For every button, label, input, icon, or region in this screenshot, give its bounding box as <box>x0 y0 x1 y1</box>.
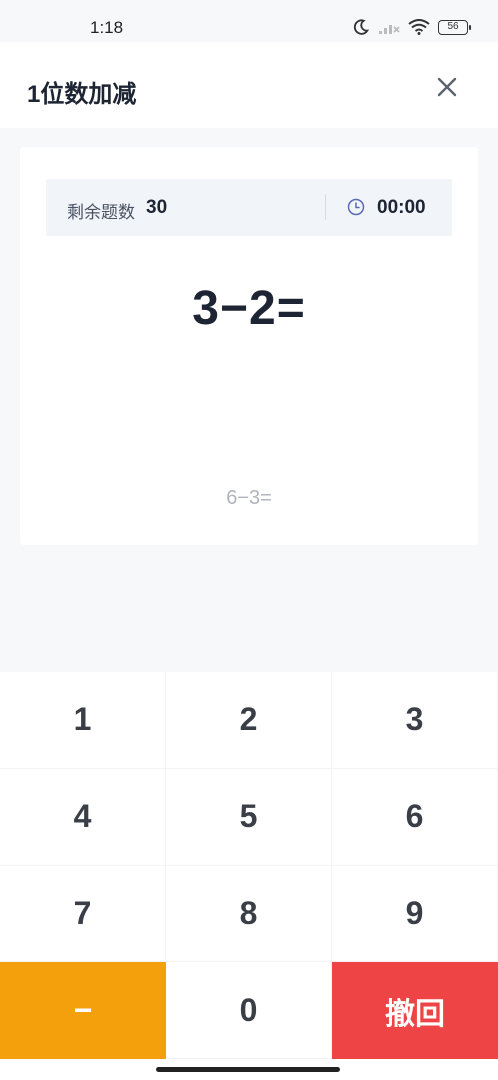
moon-icon <box>353 19 370 35</box>
minus-key[interactable]: − <box>0 962 166 1059</box>
remaining-count: 30 <box>146 197 168 218</box>
close-icon[interactable] <box>436 76 458 98</box>
key-6[interactable]: 6 <box>332 768 498 866</box>
status-icons: 56 <box>352 18 471 36</box>
clock-icon <box>347 198 365 216</box>
remaining-label: 剩余题数 <box>67 203 135 222</box>
key-0[interactable]: 0 <box>166 962 332 1059</box>
home-indicator[interactable] <box>156 1067 340 1072</box>
key-2[interactable]: 2 <box>166 672 332 769</box>
next-question: 6−3= <box>226 487 272 509</box>
battery-icon: 56 <box>438 19 471 35</box>
page-title: 1位数加减 <box>27 81 137 108</box>
undo-button[interactable]: 撤回 <box>332 962 498 1059</box>
status-time: 1:18 <box>90 18 124 37</box>
wifi-icon <box>408 19 430 35</box>
key-9[interactable]: 9 <box>332 865 498 963</box>
current-question: 3−2= <box>192 282 306 335</box>
timer-value: 00:00 <box>377 197 426 218</box>
signal-icon <box>379 25 400 34</box>
key-8[interactable]: 8 <box>166 865 332 963</box>
status-bar: 1:18 56 <box>0 0 498 42</box>
header: 1位数加减 <box>0 42 498 128</box>
key-1[interactable]: 1 <box>0 672 166 769</box>
info-divider <box>325 194 326 220</box>
keypad: 1 2 3 4 5 6 7 8 9 − 0 撤回 <box>0 672 498 1059</box>
bottom-bar <box>0 1059 498 1080</box>
question-card: 剩余题数 30 00:00 3−2= 6−3= <box>20 147 478 545</box>
key-3[interactable]: 3 <box>332 672 498 769</box>
key-7[interactable]: 7 <box>0 865 166 963</box>
key-5[interactable]: 5 <box>166 768 332 866</box>
info-bar: 剩余题数 30 00:00 <box>46 179 452 236</box>
key-4[interactable]: 4 <box>0 768 166 866</box>
